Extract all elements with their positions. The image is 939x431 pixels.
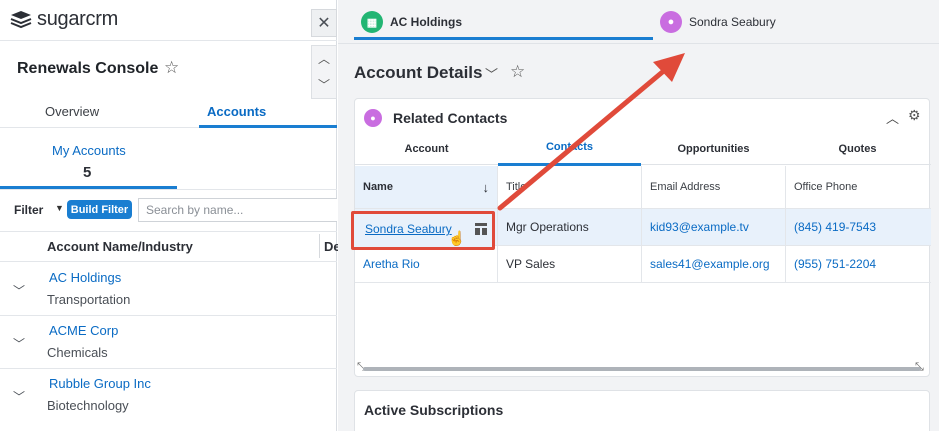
resize-icon[interactable]: ⤡ xyxy=(915,361,924,374)
divider xyxy=(0,231,337,232)
scrollbar-thumb[interactable] xyxy=(363,367,921,371)
preview-icon[interactable] xyxy=(474,222,488,236)
left-panel: sugarcrm ✕ Renewals Console ☆ ︿ ﹀ Overvi… xyxy=(0,0,341,431)
tab-label: Sondra Seabury xyxy=(689,15,776,29)
logo-icon xyxy=(10,10,32,28)
person-icon: ● xyxy=(364,109,382,127)
highlight-box: Sondra Seabury xyxy=(351,211,495,250)
column-header-name[interactable]: Name ↓ xyxy=(355,166,498,208)
account-details-title: Account Details xyxy=(354,63,483,82)
sugarcrm-logo[interactable]: sugarcrm xyxy=(10,8,118,31)
dashlet-title: Active Subscriptions xyxy=(364,402,504,418)
search-input[interactable] xyxy=(138,198,337,222)
chevron-down-icon[interactable]: ﹀ xyxy=(13,282,25,299)
contact-title: VP Sales xyxy=(498,246,642,282)
star-icon[interactable]: ☆ xyxy=(164,58,179,78)
tab-sondra-seabury[interactable]: ● Sondra Seabury xyxy=(660,11,776,33)
chevron-up-icon[interactable]: ︿ xyxy=(312,46,336,72)
tab-quotes[interactable]: Quotes xyxy=(786,143,929,155)
table-row[interactable]: Aretha Rio VP Sales sales41@example.org … xyxy=(355,246,931,283)
tab-account[interactable]: Account xyxy=(355,143,498,155)
dashlet-tabs: Account Contacts Opportunities Quotes xyxy=(355,135,931,165)
column-header-account-name[interactable]: Account Name/Industry xyxy=(47,239,193,254)
contact-phone-link[interactable]: (845) 419-7543 xyxy=(786,209,931,245)
chevron-down-icon[interactable]: ﹀ xyxy=(312,72,336,98)
contact-title: Mgr Operations xyxy=(498,209,642,245)
tab-accounts[interactable]: Accounts xyxy=(207,104,266,119)
person-icon: ● xyxy=(660,11,682,33)
column-separator[interactable] xyxy=(319,234,320,258)
chevron-down-icon[interactable]: ﹀ xyxy=(13,388,25,405)
account-industry: Biotechnology xyxy=(47,398,129,413)
my-accounts-count: 5 xyxy=(83,164,92,181)
tab-overview[interactable]: Overview xyxy=(45,104,99,119)
chevron-down-icon[interactable]: ﹀ xyxy=(485,64,498,83)
dashlet-title: Related Contacts xyxy=(393,110,508,126)
active-subscriptions-dashlet: Active Subscriptions xyxy=(354,390,930,431)
my-accounts-tab[interactable]: My Accounts xyxy=(52,143,126,158)
divider xyxy=(0,189,337,190)
divider xyxy=(0,40,337,41)
contact-phone-link[interactable]: (955) 751-2204 xyxy=(786,246,931,282)
filter-label[interactable]: Filter xyxy=(14,203,43,217)
account-name-link[interactable]: AC Holdings xyxy=(49,270,121,285)
account-industry: Chemicals xyxy=(47,345,108,360)
building-icon: ▦ xyxy=(361,11,383,33)
sort-down-icon[interactable]: ↓ xyxy=(483,180,490,195)
hand-cursor-icon: ☝ xyxy=(448,230,466,246)
list-item[interactable]: ﹀ ACME Corp Chemicals xyxy=(0,315,337,368)
list-item[interactable]: ﹀ AC Holdings Transportation xyxy=(0,262,337,315)
horizontal-scrollbar[interactable]: ⤡ ⤡ xyxy=(355,361,931,377)
console-tabs: Overview Accounts xyxy=(0,96,337,128)
close-icon[interactable]: ✕ xyxy=(311,9,337,37)
contact-name-link[interactable]: Aretha Rio xyxy=(355,246,498,282)
tab-ac-holdings[interactable]: ▦ AC Holdings xyxy=(361,11,462,33)
tab-active-indicator xyxy=(354,37,653,40)
tab-opportunities[interactable]: Opportunities xyxy=(642,143,785,155)
logo-text: sugarcrm xyxy=(37,8,118,30)
contact-email-link[interactable]: sales41@example.org xyxy=(642,246,786,282)
column-header-phone[interactable]: Office Phone xyxy=(786,166,931,208)
caret-down-icon[interactable]: ▼ xyxy=(55,203,64,213)
account-name-link[interactable]: Rubble Group Inc xyxy=(49,376,151,391)
gear-icon[interactable]: ⚙ xyxy=(908,107,921,124)
column-header-title[interactable]: Title xyxy=(498,166,642,208)
scroll-buttons: ︿ ﹀ xyxy=(311,45,337,99)
account-name-link[interactable]: ACME Corp xyxy=(49,323,118,338)
tab-label: AC Holdings xyxy=(390,15,462,29)
account-industry: Transportation xyxy=(47,292,131,307)
table-header: Name ↓ Title Email Address Office Phone xyxy=(355,166,931,209)
contact-name-link[interactable]: Sondra Seabury xyxy=(365,222,452,236)
chevron-up-icon[interactable]: ︿ xyxy=(886,108,899,127)
column-header-email[interactable]: Email Address xyxy=(642,166,786,208)
tab-active-indicator xyxy=(199,125,337,128)
chevron-down-icon[interactable]: ﹀ xyxy=(13,335,25,352)
star-icon[interactable]: ☆ xyxy=(510,62,525,82)
page-title: Renewals Console xyxy=(17,60,159,77)
contact-email-link[interactable]: kid93@example.tv xyxy=(642,209,786,245)
record-tabs: ▦ AC Holdings ● Sondra Seabury xyxy=(338,0,939,44)
build-filter-button[interactable]: Build Filter xyxy=(67,200,132,219)
column-label: Name xyxy=(363,181,393,193)
list-item[interactable]: ﹀ Rubble Group Inc Biotechnology xyxy=(0,368,337,421)
tab-contacts[interactable]: Contacts xyxy=(498,141,641,153)
